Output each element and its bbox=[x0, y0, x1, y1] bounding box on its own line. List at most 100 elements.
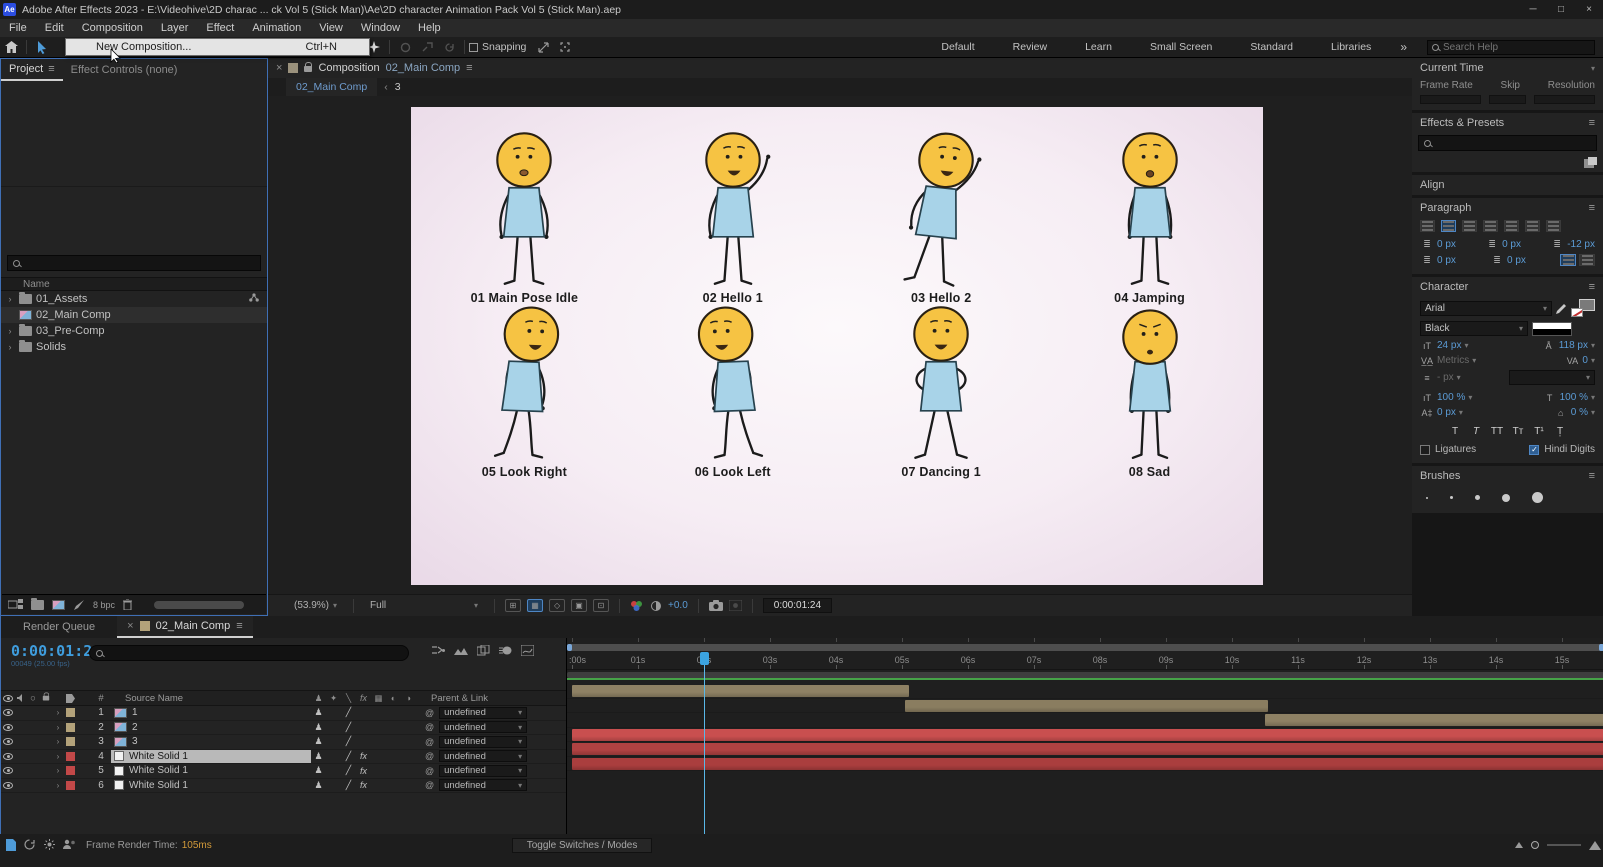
resolution-dropdown[interactable]: Full▾ bbox=[364, 600, 484, 611]
track-row-4[interactable] bbox=[567, 728, 1603, 743]
track-row-2[interactable] bbox=[567, 699, 1603, 714]
brushes-title[interactable]: Brushes bbox=[1420, 470, 1460, 482]
crosshair-icon[interactable] bbox=[554, 38, 576, 56]
brush-size-0[interactable] bbox=[1426, 497, 1428, 499]
workspace-libraries[interactable]: Libraries bbox=[1312, 41, 1390, 53]
layer-row-2[interactable]: ›22♟╱@undefined▾ bbox=[1, 721, 566, 736]
effects-presets-title[interactable]: Effects & Presets bbox=[1420, 117, 1504, 129]
layer-visibility-icon[interactable] bbox=[3, 709, 13, 716]
fill-stroke-swatch[interactable] bbox=[1532, 322, 1572, 336]
panel-menu-icon[interactable]: ≡ bbox=[1589, 470, 1595, 482]
text-color-swatch[interactable] bbox=[1571, 299, 1595, 317]
guides-icon[interactable]: ⊡ bbox=[593, 599, 609, 612]
timeline-search-box[interactable] bbox=[89, 645, 409, 661]
layer-name[interactable]: White Solid 1 bbox=[111, 779, 311, 792]
vertical-scale-value[interactable]: 100 % bbox=[1437, 392, 1465, 403]
layer-switches[interactable]: ♟╱ bbox=[311, 722, 419, 733]
exposure-icon[interactable] bbox=[650, 600, 662, 612]
scale-icon[interactable] bbox=[532, 38, 554, 56]
zoom-out-icon[interactable] bbox=[1515, 842, 1523, 848]
choose-grid-icon[interactable]: ⊞ bbox=[505, 599, 521, 612]
source-name-column-header[interactable]: Source Name bbox=[111, 693, 311, 704]
layer-visibility-icon[interactable] bbox=[3, 738, 13, 745]
tab-project[interactable]: Project≡ bbox=[1, 59, 63, 81]
playhead-grip[interactable] bbox=[700, 652, 709, 665]
pickwhip-icon[interactable]: @ bbox=[425, 708, 434, 718]
project-bit-depth[interactable]: 8 bpc bbox=[93, 600, 115, 610]
toggle-switches-modes-button[interactable]: Toggle Switches / Modes bbox=[512, 838, 653, 853]
paragraph-field-r1-1[interactable]: ≣0 px bbox=[1485, 239, 1521, 250]
panel-menu-icon[interactable]: ≡ bbox=[1589, 202, 1595, 214]
chevron-down-icon[interactable]: ▾ bbox=[1591, 64, 1595, 73]
frame-rate-field[interactable] bbox=[1420, 95, 1481, 104]
faux-style-button-3[interactable]: Tт bbox=[1510, 426, 1527, 437]
project-search-box[interactable] bbox=[7, 255, 261, 271]
paragraph-align-button-5[interactable] bbox=[1525, 220, 1540, 232]
stroke-style-select[interactable]: ▾ bbox=[1509, 370, 1595, 385]
motion-blur-icon[interactable] bbox=[499, 646, 512, 655]
lock-column-icon[interactable] bbox=[43, 694, 49, 701]
resolution-field[interactable] bbox=[1534, 95, 1595, 104]
minimize-button[interactable]: ─ bbox=[1519, 0, 1547, 19]
faux-style-button-0[interactable]: T bbox=[1447, 426, 1464, 437]
brush-size-3[interactable] bbox=[1502, 494, 1510, 502]
project-item-02_main comp[interactable]: 02_Main Comp bbox=[1, 307, 267, 323]
align-title[interactable]: Align bbox=[1420, 179, 1444, 191]
sync-icon[interactable] bbox=[24, 839, 36, 850]
layer-expander-icon[interactable]: › bbox=[53, 752, 63, 761]
effects-search-box[interactable] bbox=[1418, 135, 1597, 151]
paragraph-title[interactable]: Paragraph bbox=[1420, 202, 1471, 214]
character-title[interactable]: Character bbox=[1420, 281, 1468, 293]
trash-icon[interactable] bbox=[123, 599, 132, 610]
layer-duration-bar[interactable] bbox=[572, 743, 1603, 755]
pickwhip-icon[interactable]: @ bbox=[425, 737, 434, 747]
zoom-slider-knob[interactable] bbox=[1531, 841, 1539, 849]
layer-expander-icon[interactable]: › bbox=[53, 781, 63, 790]
project-item-solids[interactable]: ›Solids bbox=[1, 339, 267, 355]
layer-switches[interactable]: ♟╱ bbox=[311, 736, 419, 747]
share-icon[interactable] bbox=[63, 839, 76, 849]
viewer-close-icon[interactable]: × bbox=[276, 62, 282, 74]
layer-duration-bar[interactable] bbox=[572, 685, 909, 697]
hand-tool-icon[interactable] bbox=[394, 38, 416, 56]
rotate-tool-icon[interactable] bbox=[438, 38, 460, 56]
workspace-review[interactable]: Review bbox=[994, 41, 1066, 53]
layer-label-chip[interactable] bbox=[66, 708, 75, 717]
zoom-tool-icon[interactable] bbox=[416, 38, 438, 56]
snapping-checkbox[interactable] bbox=[469, 43, 478, 52]
tab-timeline-comp[interactable]: × 02_Main Comp ≡ bbox=[117, 616, 252, 638]
layer-duration-bar[interactable] bbox=[572, 758, 1603, 770]
channel-rgb-icon[interactable] bbox=[630, 600, 644, 612]
layer-visibility-icon[interactable] bbox=[3, 753, 13, 760]
layer-row-1[interactable]: ›11♟╱@undefined▾ bbox=[1, 706, 566, 721]
brush-size-4[interactable] bbox=[1532, 492, 1543, 503]
project-name-column-header[interactable]: Name bbox=[1, 277, 267, 291]
menu-effect[interactable]: Effect bbox=[197, 19, 243, 37]
horizontal-scrollbar[interactable] bbox=[154, 601, 244, 609]
menu-layer[interactable]: Layer bbox=[152, 19, 198, 37]
ligatures-checkbox[interactable] bbox=[1420, 445, 1430, 455]
kerning-value[interactable]: Metrics bbox=[1437, 355, 1469, 366]
brush-size-2[interactable] bbox=[1475, 495, 1480, 500]
layer-name[interactable]: White Solid 1 bbox=[111, 764, 311, 777]
panel-menu-icon[interactable]: ≡ bbox=[1589, 281, 1595, 293]
playhead-line[interactable] bbox=[704, 652, 705, 834]
track-row-1[interactable] bbox=[567, 684, 1603, 699]
layer-switches[interactable]: ♟╱fx bbox=[311, 765, 419, 776]
parent-dropdown[interactable]: undefined▾ bbox=[439, 765, 527, 777]
track-row-3[interactable] bbox=[567, 713, 1603, 728]
zoom-in-icon[interactable] bbox=[1589, 841, 1601, 850]
paragraph-align-button-1[interactable] bbox=[1441, 220, 1456, 232]
paragraph-align-button-3[interactable] bbox=[1483, 220, 1498, 232]
faux-style-button-1[interactable]: T bbox=[1468, 426, 1485, 437]
parent-dropdown[interactable]: undefined▾ bbox=[439, 779, 527, 791]
draft-3d-icon[interactable] bbox=[454, 645, 468, 656]
workspace-overflow-chevron[interactable]: » bbox=[1390, 40, 1417, 54]
leading-value[interactable]: 118 px bbox=[1559, 340, 1588, 351]
workspace-standard[interactable]: Standard bbox=[1231, 41, 1312, 53]
selection-tool-icon[interactable] bbox=[31, 38, 53, 56]
layer-expander-icon[interactable]: › bbox=[53, 708, 63, 717]
time-ruler[interactable]: :00s01s02s03s04s05s06s07s08s09s10s11s12s… bbox=[567, 652, 1603, 670]
viewer-timecode[interactable]: 0:00:01:24 bbox=[763, 598, 832, 613]
layer-visibility-icon[interactable] bbox=[3, 782, 13, 789]
